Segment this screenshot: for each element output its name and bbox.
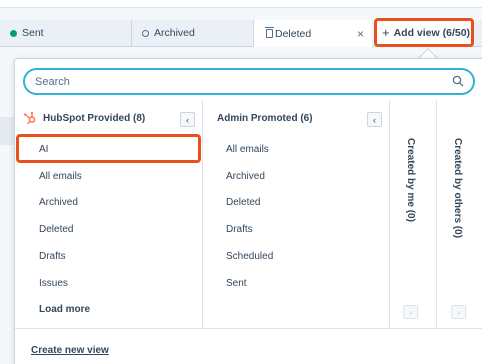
hubspot-logo-icon	[23, 111, 37, 125]
list-item[interactable]: Archived	[39, 197, 78, 208]
list-item[interactable]: Deleted	[226, 197, 260, 208]
list-item[interactable]: Archived	[226, 171, 265, 182]
column-divider	[389, 100, 390, 328]
column-divider	[202, 100, 203, 328]
list-item[interactable]: All emails	[39, 171, 82, 182]
column-title: Admin Promoted (6)	[217, 112, 313, 124]
search-input-wrapper[interactable]	[23, 68, 475, 95]
hubspot-provided-header: HubSpot Provided (8)	[23, 107, 145, 129]
admin-promoted-header: Admin Promoted (6)	[217, 107, 313, 129]
tab-sent[interactable]: Sent	[0, 20, 132, 46]
plus-icon: +	[382, 25, 390, 40]
created-by-me-header[interactable]: Created by me (0)	[405, 138, 416, 222]
tab-archived[interactable]: Archived	[132, 20, 254, 46]
search-icon[interactable]	[452, 75, 464, 90]
list-item-ai[interactable]: AI	[39, 144, 48, 155]
background-row	[0, 117, 14, 145]
footer-divider	[15, 328, 482, 329]
trash-icon	[265, 27, 274, 38]
tab-label: Sent	[22, 27, 44, 39]
top-strip	[0, 0, 482, 8]
dot-outline-icon	[142, 30, 149, 37]
column-title: HubSpot Provided (8)	[43, 112, 146, 124]
add-view-label: Add view (6/50)	[393, 26, 471, 39]
list-item[interactable]: Scheduled	[226, 251, 273, 262]
close-icon[interactable]: ×	[357, 27, 364, 41]
dot-filled-icon	[10, 30, 17, 37]
list-item[interactable]: Drafts	[39, 251, 66, 262]
list-item[interactable]: Drafts	[226, 224, 253, 235]
create-new-view-link[interactable]: Create new view	[31, 345, 109, 356]
collapse-column-button[interactable]: ‹	[180, 112, 195, 127]
list-item[interactable]: Issues	[39, 278, 68, 289]
list-item[interactable]: Sent	[226, 278, 247, 289]
list-item[interactable]: Deleted	[39, 224, 73, 235]
add-view-button[interactable]: + Add view (6/50)	[374, 18, 474, 47]
tab-label: Deleted	[275, 27, 312, 40]
collapse-column-button[interactable]: ‹	[367, 112, 382, 127]
load-more-button[interactable]: Load more	[39, 304, 90, 315]
expand-column-button[interactable]: ›	[403, 305, 418, 319]
search-input[interactable]	[35, 74, 435, 90]
column-divider	[436, 100, 437, 328]
created-by-others-header[interactable]: Created by others (0)	[452, 138, 463, 238]
list-item[interactable]: All emails	[226, 144, 269, 155]
expand-column-button[interactable]: ›	[451, 305, 466, 319]
tab-deleted[interactable]: Deleted ×	[254, 20, 372, 47]
tab-label: Archived	[154, 27, 195, 39]
